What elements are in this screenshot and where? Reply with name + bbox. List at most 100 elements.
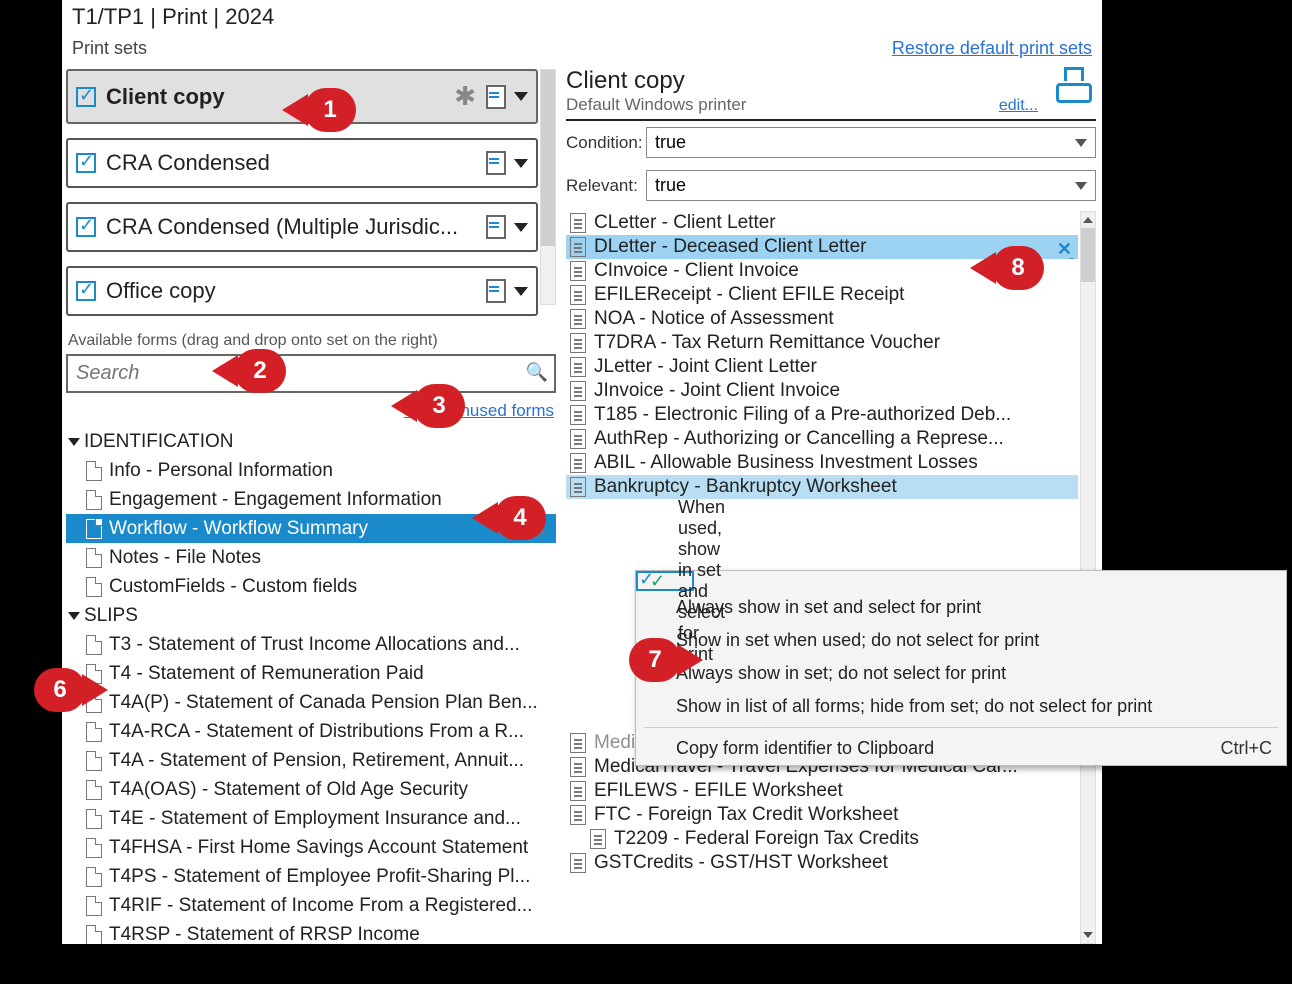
tree-item-label: T3 - Statement of Trust Income Allocatio…: [109, 630, 520, 659]
copy-icon[interactable]: [482, 215, 506, 239]
tree-item[interactable]: T4 - Statement of Remuneration Paid: [66, 659, 556, 688]
form-row[interactable]: GSTCredits - GST/HST Worksheet: [566, 851, 1078, 875]
form-row[interactable]: NOA - Notice of Assessment: [566, 307, 1078, 331]
scrollbar-thumb[interactable]: [541, 70, 555, 246]
tree-item[interactable]: T4E - Statement of Employment Insurance …: [66, 804, 556, 833]
ctx-shortcut: Ctrl+C: [1220, 738, 1272, 759]
chevron-down-icon[interactable]: [514, 92, 528, 101]
print-sets-scrollbar[interactable]: [540, 69, 556, 305]
scrollbar-thumb[interactable]: [1081, 228, 1095, 282]
tree-item[interactable]: T4A - Statement of Pension, Retirement, …: [66, 746, 556, 775]
set-label: Office copy: [106, 278, 482, 304]
tree-item[interactable]: Notes - File Notes: [66, 543, 556, 572]
checkbox-icon[interactable]: [76, 153, 96, 173]
print-sets-label: Print sets: [72, 38, 147, 59]
print-set-card[interactable]: CRA Condensed: [66, 138, 538, 188]
scroll-down-icon[interactable]: [1081, 927, 1095, 943]
form-row[interactable]: T7DRA - Tax Return Remittance Voucher: [566, 331, 1078, 355]
printer-icon[interactable]: [1052, 67, 1096, 103]
tree-item[interactable]: T3 - Statement of Trust Income Allocatio…: [66, 630, 556, 659]
condition-select[interactable]: true: [646, 127, 1096, 158]
checkbox-icon[interactable]: [76, 281, 96, 301]
ctx-menu-item[interactable]: Show in list of all forms; hide from set…: [636, 690, 1286, 723]
document-icon: [570, 237, 586, 257]
tree-item[interactable]: T4A(P) - Statement of Canada Pension Pla…: [66, 688, 556, 717]
form-row[interactable]: AuthRep - Authorizing or Cancelling a Re…: [566, 427, 1078, 451]
tree-item[interactable]: CustomFields - Custom fields: [66, 572, 556, 601]
print-set-card[interactable]: CRA Condensed (Multiple Jurisdic...: [66, 202, 538, 252]
form-label: JInvoice - Joint Client Invoice: [594, 380, 840, 402]
edit-link[interactable]: edit...: [999, 97, 1038, 115]
document-icon: [590, 829, 606, 849]
form-row[interactable]: FTC - Foreign Tax Credit Worksheet: [566, 803, 1078, 827]
form-row[interactable]: T185 - Electronic Filing of a Pre-author…: [566, 403, 1078, 427]
tree-item[interactable]: T4RSP - Statement of RRSP Income: [66, 920, 556, 944]
ctx-menu-item[interactable]: Always show in set and select for print: [636, 591, 1286, 624]
search-icon[interactable]: 🔍: [526, 362, 548, 383]
form-row[interactable]: EFILEWS - EFILE Worksheet: [566, 779, 1078, 803]
document-icon: [570, 805, 586, 825]
document-icon: [86, 780, 102, 800]
search-input[interactable]: [66, 354, 556, 393]
form-row[interactable]: Bankruptcy - Bankruptcy Worksheet: [566, 475, 1078, 499]
tree-item[interactable]: T4PS - Statement of Employee Profit-Shar…: [66, 862, 556, 891]
available-forms-label: Available forms (drag and drop onto set …: [68, 332, 556, 350]
restore-default-link[interactable]: Restore default print sets: [892, 38, 1092, 59]
form-row[interactable]: JLetter - Joint Client Letter: [566, 355, 1078, 379]
ctx-menu-item[interactable]: When used, show in set and select for pr…: [636, 571, 694, 591]
tree-item[interactable]: T4RIF - Statement of Income From a Regis…: [66, 891, 556, 920]
tree-group[interactable]: IDENTIFICATION: [66, 427, 556, 456]
callout-7: 7: [629, 638, 681, 682]
scroll-up-icon[interactable]: [1081, 212, 1095, 228]
print-set-card[interactable]: Office copy: [66, 266, 538, 316]
tree-item-label: Notes - File Notes: [109, 543, 261, 572]
document-icon: [570, 429, 586, 449]
window-title: T1/TP1 | Print | 2024: [62, 0, 1102, 34]
document-icon: [86, 461, 102, 481]
tree-item-label: Engagement - Engagement Information: [109, 485, 442, 514]
relevant-value: true: [655, 175, 686, 196]
tree-item[interactable]: T4A(OAS) - Statement of Old Age Security: [66, 775, 556, 804]
copy-icon[interactable]: [482, 151, 506, 175]
chevron-down-icon[interactable]: [514, 287, 528, 296]
form-row[interactable]: CLetter - Client Letter: [566, 211, 1078, 235]
expand-icon: [68, 438, 80, 446]
checkbox-icon[interactable]: [76, 217, 96, 237]
group-label: IDENTIFICATION: [84, 427, 234, 456]
ctx-copy-identifier[interactable]: Copy form identifier to Clipboard Ctrl+C: [636, 732, 1286, 765]
checkbox-icon[interactable]: [76, 87, 96, 107]
document-icon: [86, 490, 102, 510]
tree-item[interactable]: T4A-RCA - Statement of Distributions Fro…: [66, 717, 556, 746]
chevron-down-icon: [1075, 182, 1087, 190]
tree-group[interactable]: SLIPS: [66, 601, 556, 630]
set-label: CRA Condensed: [106, 150, 482, 176]
document-icon: [86, 519, 102, 539]
chevron-down-icon[interactable]: [514, 223, 528, 232]
tree-item[interactable]: Info - Personal Information: [66, 456, 556, 485]
document-icon: [570, 781, 586, 801]
document-icon: [86, 867, 102, 887]
ctx-menu-item[interactable]: Always show in set; do not select for pr…: [636, 657, 1286, 690]
tree-item-label: T4A(P) - Statement of Canada Pension Pla…: [109, 688, 538, 717]
chevron-down-icon[interactable]: [514, 159, 528, 168]
tree-item-label: T4E - Statement of Employment Insurance …: [109, 804, 521, 833]
group-label: SLIPS: [84, 601, 138, 630]
form-row[interactable]: ABIL - Allowable Business Investment Los…: [566, 451, 1078, 475]
tree-item-label: T4 - Statement of Remuneration Paid: [109, 659, 424, 688]
form-label: T2209 - Federal Foreign Tax Credits: [614, 828, 919, 850]
form-row[interactable]: JInvoice - Joint Client Invoice: [566, 379, 1078, 403]
copy-icon[interactable]: [482, 279, 506, 303]
form-label: T185 - Electronic Filing of a Pre-author…: [594, 404, 1011, 426]
copy-icon[interactable]: [482, 85, 506, 109]
form-label: EFILEReceipt - Client EFILE Receipt: [594, 284, 904, 306]
callout-1: 1: [304, 88, 356, 132]
ctx-item-label: Show in list of all forms; hide from set…: [676, 696, 1152, 717]
relevant-select[interactable]: true: [646, 170, 1096, 201]
ctx-menu-item[interactable]: Show in set when used; do not select for…: [636, 624, 1286, 657]
form-row[interactable]: T2209 - Federal Foreign Tax Credits: [566, 827, 1078, 851]
form-row[interactable]: EFILEReceipt - Client EFILE Receipt: [566, 283, 1078, 307]
tree-item[interactable]: T4FHSA - First Home Savings Account Stat…: [66, 833, 556, 862]
tree-item-label: T4RIF - Statement of Income From a Regis…: [109, 891, 532, 920]
ctx-item-label: Always show in set and select for print: [676, 597, 981, 618]
document-icon: [570, 733, 586, 753]
